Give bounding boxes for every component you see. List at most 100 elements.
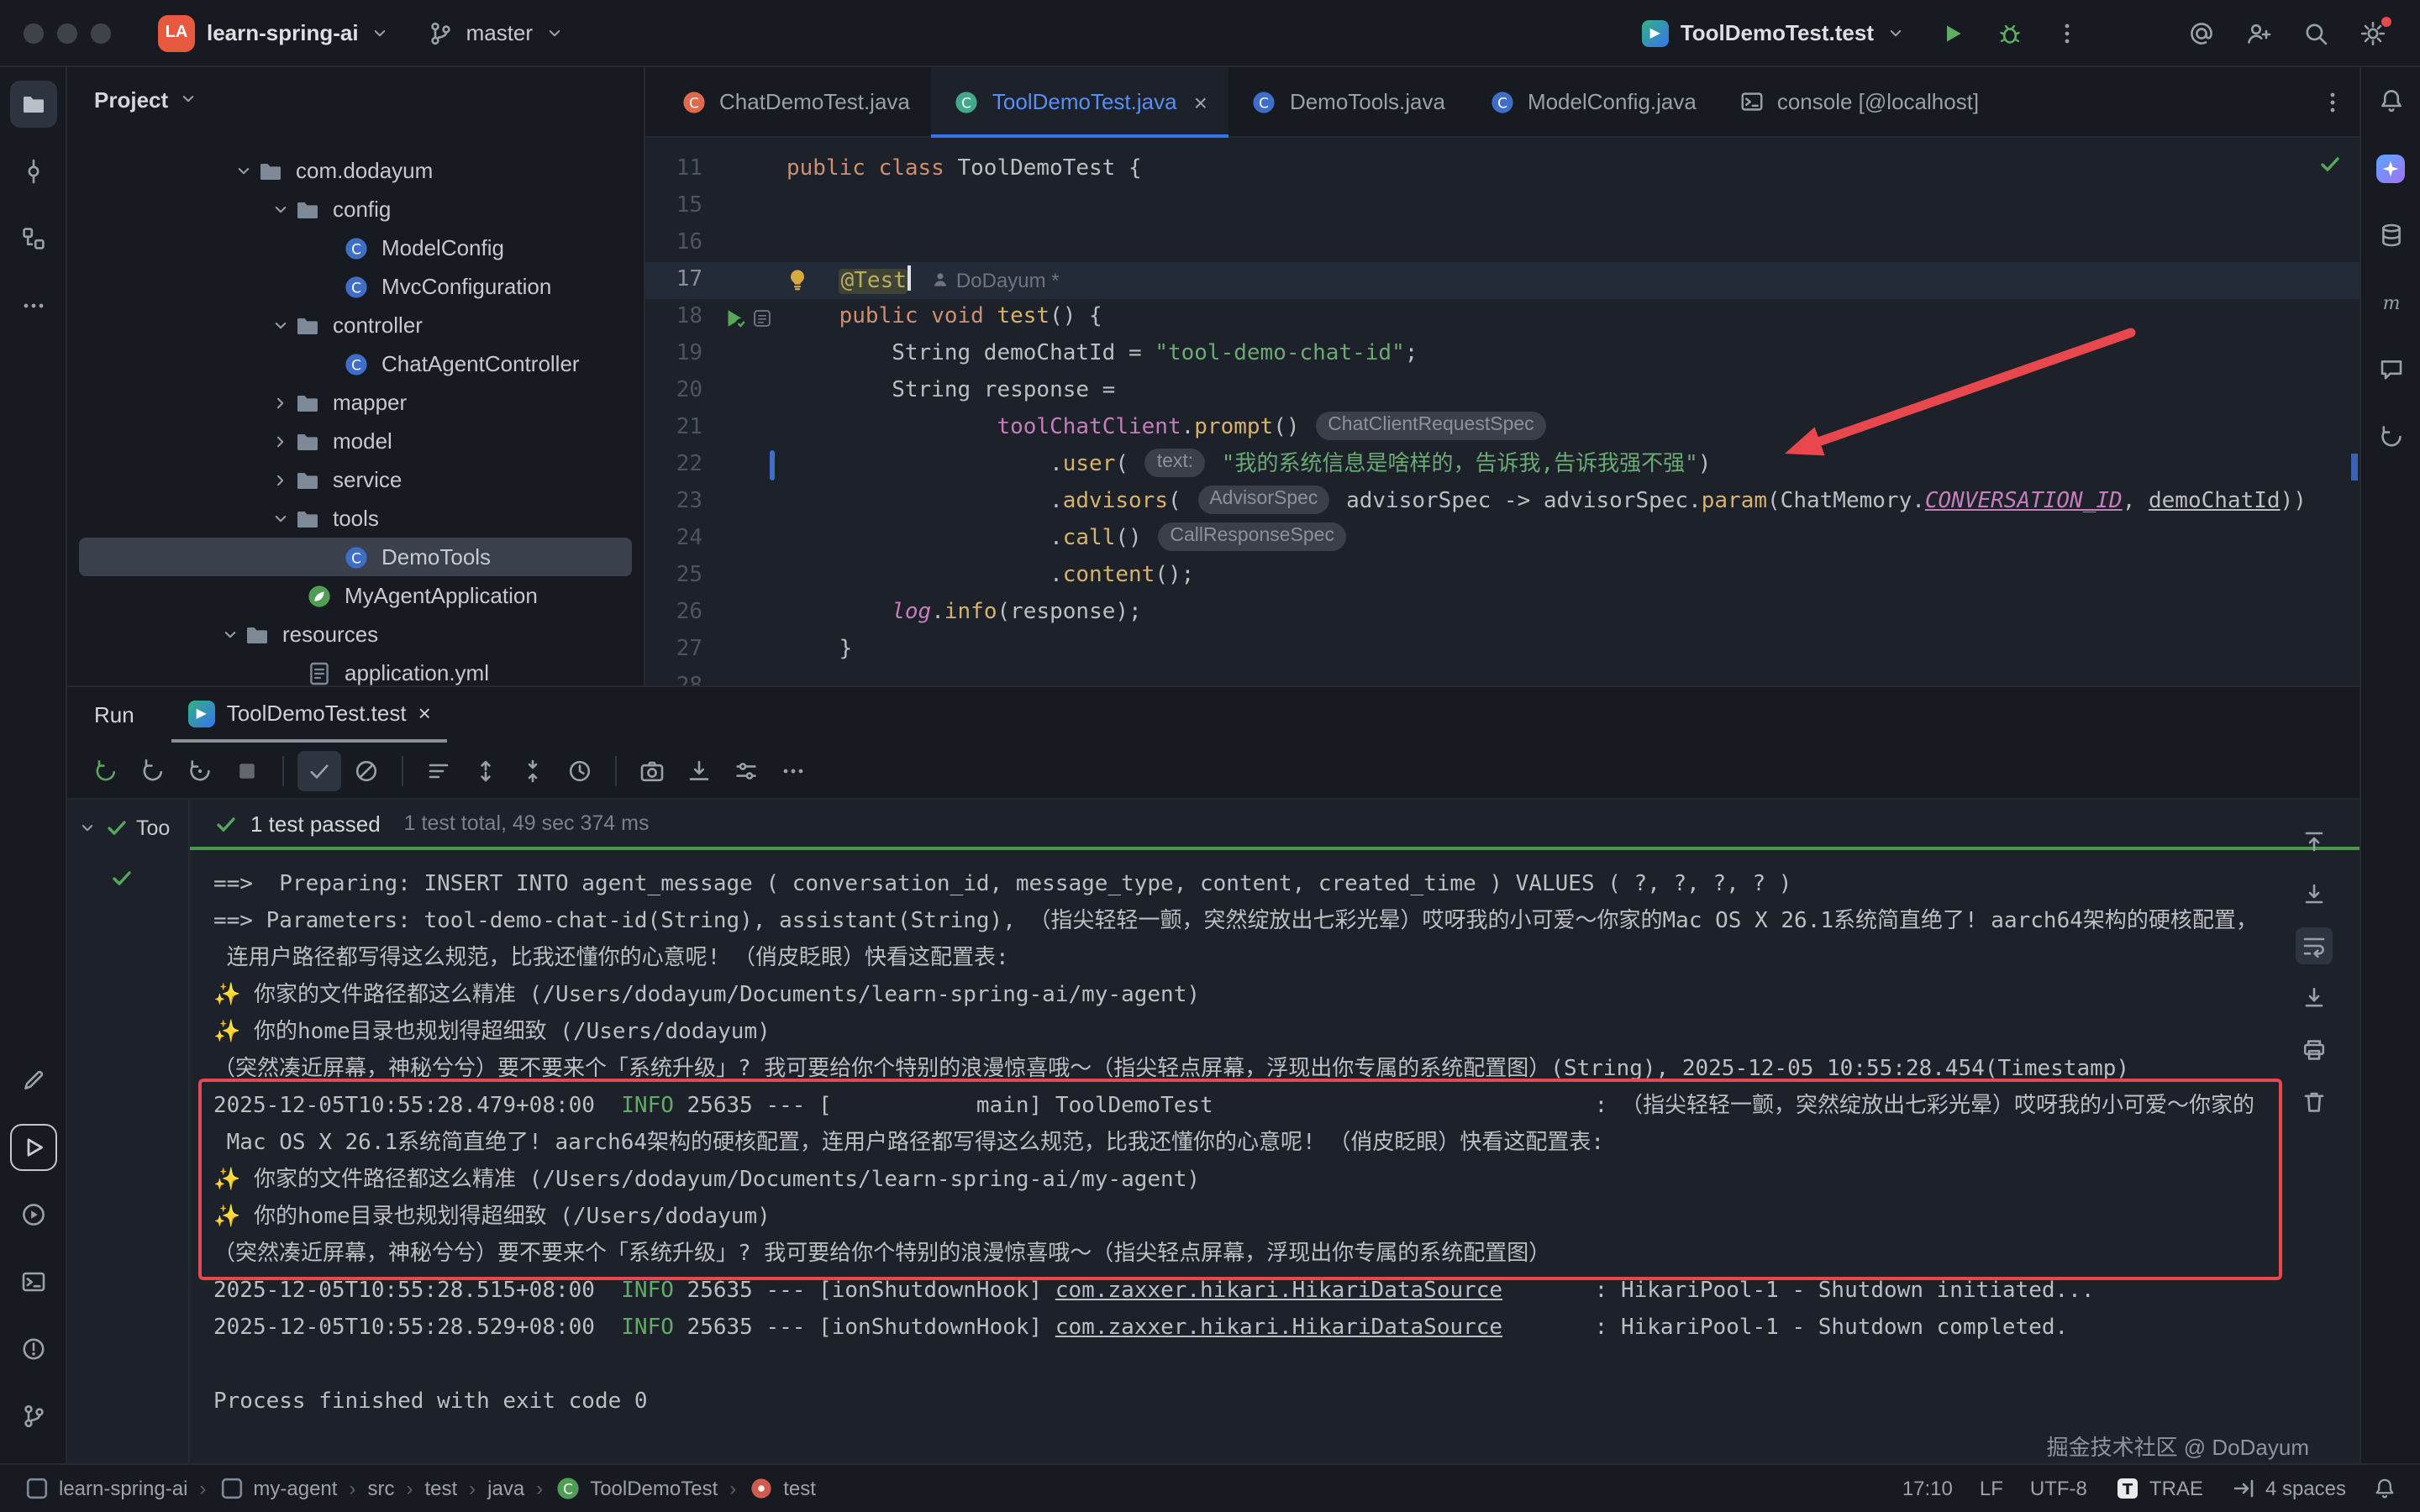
test-tree-panel[interactable]: Too — [67, 800, 190, 1463]
tree-item-DemoTools[interactable]: CDemoTools — [67, 538, 644, 576]
settings-button[interactable] — [2349, 9, 2396, 56]
tab-DemoTools-java[interactable]: CDemoTools.java — [1229, 67, 1467, 136]
intention-bulb-icon[interactable] — [785, 267, 810, 292]
activity-git-branch-button[interactable] — [9, 1393, 56, 1440]
close-icon[interactable]: × — [418, 701, 431, 726]
status-UTF-8[interactable]: UTF-8 — [2030, 1477, 2087, 1500]
tree-item-MvcConfiguration[interactable]: CMvcConfiguration — [67, 267, 644, 306]
search-button[interactable] — [2292, 9, 2339, 56]
tree-item-ModelConfig[interactable]: CModelConfig — [67, 228, 644, 267]
stop-button[interactable] — [225, 750, 269, 790]
chevron-down-icon[interactable] — [266, 199, 294, 219]
test-history-button[interactable] — [558, 750, 602, 790]
scroll-end-button[interactable] — [2296, 979, 2333, 1016]
maven-button[interactable]: m — [2369, 282, 2412, 323]
test-tree-node[interactable] — [67, 865, 188, 895]
history-button[interactable] — [2369, 417, 2412, 457]
tab-ToolDemoTest-java[interactable]: CToolDemoTest.java× — [932, 67, 1229, 136]
debug-button[interactable] — [1986, 9, 2033, 56]
ai-assistant-button[interactable] — [2369, 148, 2412, 188]
more-actions-button[interactable] — [2044, 9, 2091, 56]
activity-run-button[interactable] — [9, 1124, 56, 1171]
status-LF[interactable]: LF — [1980, 1477, 2003, 1500]
breadcrumb-test[interactable]: test — [424, 1477, 457, 1500]
tree-item-resources[interactable]: resources — [67, 615, 644, 654]
chevron-down-icon[interactable] — [215, 624, 244, 644]
options-button[interactable] — [724, 750, 768, 790]
minimize-window-button[interactable] — [57, 23, 77, 43]
breadcrumb-ToolDemoTest[interactable]: CToolDemoTest — [555, 1475, 718, 1502]
tree-item-service[interactable]: service — [67, 460, 644, 499]
tree-item-application.yml[interactable]: application.yml — [67, 654, 644, 685]
show-passed-button[interactable] — [297, 750, 341, 790]
import-tests-button[interactable] — [677, 750, 721, 790]
tab-options-button[interactable] — [2319, 67, 2346, 136]
tree-item-com.dodayum[interactable]: com.dodayum — [67, 151, 644, 190]
add-user-button[interactable] — [2235, 9, 2282, 56]
test-tree-root[interactable]: Too — [67, 805, 188, 850]
status-bell-small[interactable] — [2373, 1477, 2396, 1500]
screenshot-button[interactable] — [630, 750, 674, 790]
chevron-right-icon[interactable] — [266, 470, 294, 490]
activity-more-button[interactable] — [9, 282, 56, 329]
tree-item-model[interactable]: model — [67, 422, 644, 460]
zoom-window-button[interactable] — [91, 23, 111, 43]
soft-wrap-button[interactable] — [2296, 927, 2333, 964]
close-tab-icon[interactable]: × — [1194, 90, 1207, 113]
status-17:10[interactable]: 17:10 — [1902, 1477, 1953, 1500]
tree-item-mapper[interactable]: mapper — [67, 383, 644, 422]
tree-item-config[interactable]: config — [67, 190, 644, 228]
run-configuration-selector[interactable]: ▶ ToolDemoTest.test — [1628, 13, 1919, 53]
code-editor[interactable]: 11public class ToolDemoTest {151617 @Tes… — [645, 138, 2360, 685]
chevron-down-icon[interactable] — [266, 508, 294, 528]
breadcrumb-src[interactable]: src — [367, 1477, 394, 1500]
mention-button[interactable] — [2178, 9, 2225, 56]
notifications-button[interactable] — [2369, 81, 2412, 121]
activity-commit-button[interactable] — [9, 148, 56, 195]
collapse-all-button[interactable] — [511, 750, 555, 790]
activity-project-button[interactable] — [9, 81, 56, 128]
tree-item-tools[interactable]: tools — [67, 499, 644, 538]
branch-switcher[interactable]: master — [414, 13, 578, 53]
status-TRAE[interactable]: TTRAE — [2114, 1475, 2203, 1502]
breadcrumb-java[interactable]: java — [487, 1477, 524, 1500]
auto-test-button[interactable] — [178, 750, 222, 790]
status-4 spaces[interactable]: 4 spaces — [2230, 1475, 2346, 1502]
tab-ChatDemoTest-java[interactable]: CChatDemoTest.java — [659, 67, 932, 136]
chevron-down-icon[interactable] — [266, 315, 294, 335]
activity-structure-button[interactable] — [9, 215, 56, 262]
clear-button[interactable] — [2296, 1084, 2333, 1121]
activity-problems-button[interactable] — [9, 1326, 56, 1373]
chevron-right-icon[interactable] — [266, 392, 294, 412]
activity-play-circle-button[interactable] — [9, 1191, 56, 1238]
project-switcher[interactable]: LA learn-spring-ai — [145, 8, 404, 58]
tree-item-controller[interactable]: controller — [67, 306, 644, 344]
chevron-right-icon[interactable] — [266, 431, 294, 451]
tab-console-localhost-[interactable]: console [@localhost] — [1718, 67, 2001, 136]
scroll-up-button[interactable] — [2296, 823, 2333, 860]
print-button[interactable] — [2296, 1032, 2333, 1068]
activity-terminal-button[interactable] — [9, 1258, 56, 1305]
breadcrumb-test[interactable]: test — [748, 1475, 816, 1502]
show-ignored-button[interactable] — [345, 750, 388, 790]
project-panel-header[interactable]: Project — [67, 67, 644, 131]
breadcrumb-my-agent[interactable]: my-agent — [218, 1475, 337, 1502]
activity-pen-button[interactable] — [9, 1057, 56, 1104]
close-window-button[interactable] — [24, 23, 44, 43]
expand-all-button[interactable] — [464, 750, 508, 790]
rerun-button[interactable] — [84, 750, 128, 790]
tree-item-ChatAgentController[interactable]: CChatAgentController — [67, 344, 644, 383]
breadcrumb-learn-spring-ai[interactable]: learn-spring-ai — [24, 1475, 187, 1502]
tree-item-MyAgentApplication[interactable]: MyAgentApplication — [67, 576, 644, 615]
console-output[interactable]: ==> Preparing: INSERT INTO agent_message… — [190, 850, 2360, 1463]
scroll-down-button[interactable] — [2296, 875, 2333, 912]
database-button[interactable] — [2369, 215, 2412, 255]
inspections-ok-icon[interactable] — [2317, 151, 2343, 176]
more-button[interactable] — [771, 750, 815, 790]
comments-button[interactable] — [2369, 349, 2412, 390]
tab-ModelConfig-java[interactable]: CModelConfig.java — [1467, 67, 1718, 136]
run-button[interactable] — [1929, 9, 1976, 56]
chevron-down-icon[interactable] — [229, 160, 257, 181]
test-result-gutter-icon[interactable] — [751, 307, 773, 328]
run-tab[interactable]: ▶ ToolDemoTest.test × — [171, 687, 448, 743]
